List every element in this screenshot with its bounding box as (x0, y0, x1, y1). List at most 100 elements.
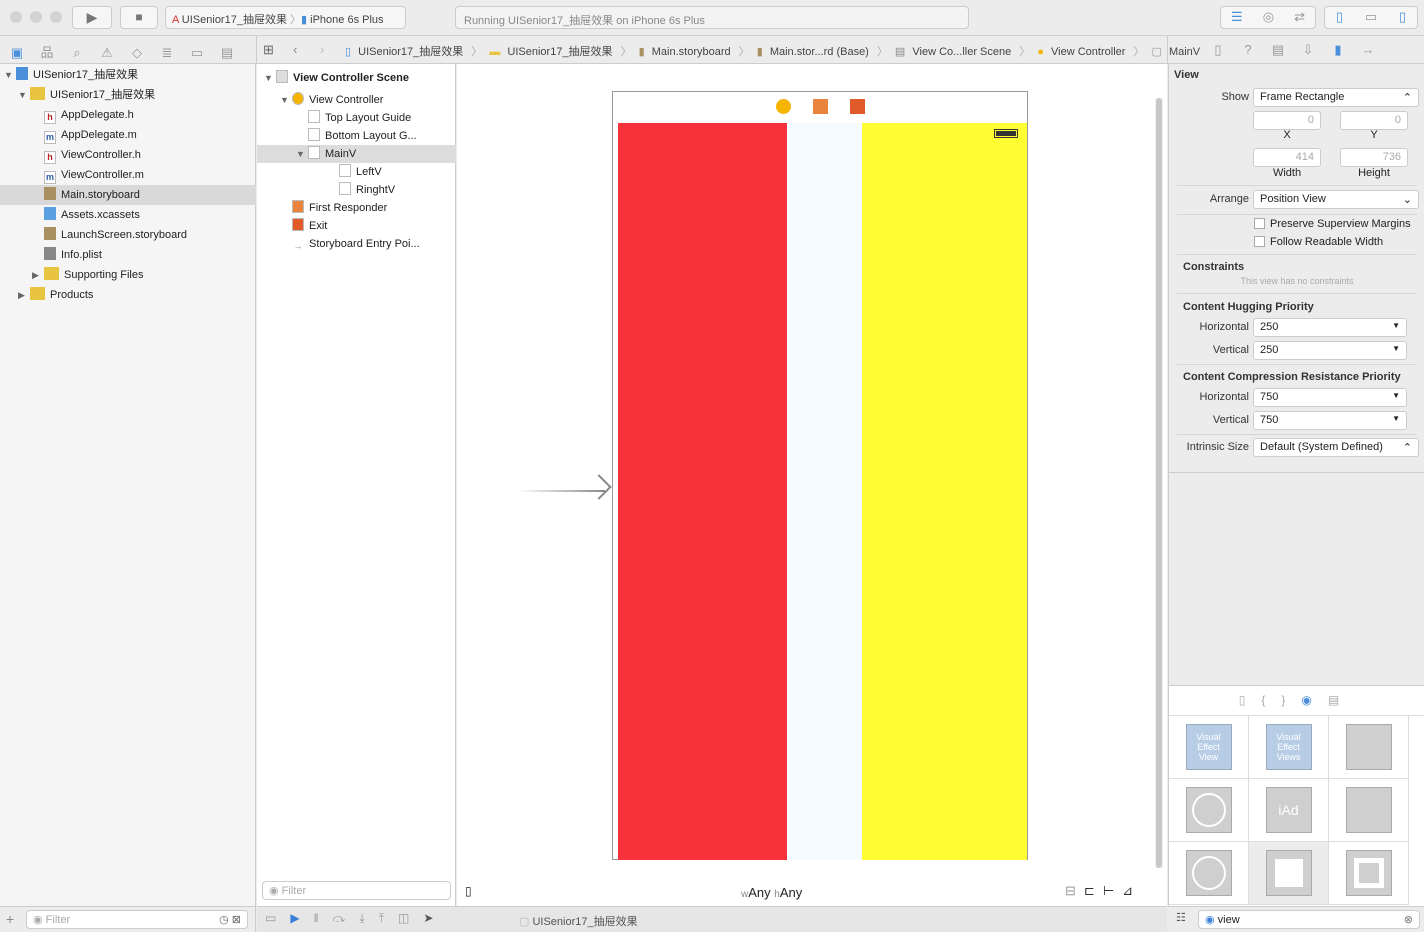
debug-target[interactable]: ▢ UISenior17_抽屉效果 (519, 913, 638, 929)
step-over-icon[interactable]: ⤼ (333, 911, 360, 925)
scheme-selector[interactable]: A UISenior17_抽屉效果 〉▮ iPhone 6s Plus (165, 6, 406, 29)
clear-search-icon[interactable]: ⊗ (1404, 913, 1413, 926)
hugging-vertical-field[interactable]: 250 ▼ (1253, 341, 1407, 360)
first-responder-icon[interactable] (812, 99, 828, 114)
navigator-toggle-icon[interactable]: ▯ (1336, 7, 1343, 28)
code-snippet-icon[interactable]: {} (1261, 693, 1301, 707)
navigator-filter-input[interactable]: ◉ Filter ◷ ⊠ (26, 910, 248, 929)
navigator-item[interactable]: ▼ UISenior17_抽屉效果 (0, 85, 256, 105)
library-item[interactable] (1329, 842, 1409, 905)
file-inspector-icon[interactable]: ▯ (1203, 42, 1233, 58)
assistant-editor-icon[interactable]: ◎ (1263, 7, 1274, 28)
utilities-toggle-icon[interactable]: ▯ (1399, 7, 1406, 28)
navigator-item[interactable]: Main.storyboard (0, 185, 256, 205)
breadcrumb-item[interactable]: ▮ Main.storyboard (639, 46, 735, 58)
hugging-horizontal-field[interactable]: 250 ▼ (1253, 318, 1407, 337)
view-debugger-icon[interactable]: ◫ (398, 911, 423, 925)
breakpoints-icon[interactable]: ▶ (290, 911, 313, 925)
outline-scene-header[interactable]: ▼ View Controller Scene (257, 69, 456, 87)
run-button[interactable]: ▶ (72, 6, 112, 29)
compression-horizontal-field[interactable]: 750 ▼ (1253, 388, 1407, 407)
library-item[interactable]: iAd (1249, 779, 1329, 842)
identity-inspector-icon[interactable]: ▤ (1263, 42, 1293, 58)
readable-width-checkbox[interactable]: Follow Readable Width (1254, 236, 1383, 248)
library-item[interactable] (1169, 842, 1249, 905)
add-icon[interactable]: + (6, 911, 14, 927)
library-item[interactable] (1249, 842, 1329, 905)
navigator-item[interactable]: h AppDelegate.h (0, 105, 256, 125)
navigator-item[interactable]: LaunchScreen.storyboard (0, 225, 256, 245)
height-field[interactable]: 736 (1340, 148, 1408, 167)
disclosure-triangle[interactable]: ▶ (18, 285, 30, 305)
library-search-input[interactable]: ◉ view ⊗ (1198, 910, 1420, 929)
forward-button[interactable]: › (320, 42, 324, 57)
exit-icon[interactable] (849, 99, 865, 114)
debug-navigator-icon[interactable]: ≣ (152, 45, 182, 61)
update-frames-icon[interactable]: ⊟ (1065, 883, 1084, 898)
navigator-item[interactable]: m ViewController.m (0, 165, 256, 185)
main-view[interactable] (618, 123, 1027, 860)
y-field[interactable]: 0 (1340, 111, 1408, 130)
symbol-navigator-icon[interactable]: 品 (32, 42, 62, 61)
hide-debug-icon[interactable]: ▭ (265, 911, 290, 925)
attributes-inspector-icon[interactable]: ⇩ (1293, 42, 1323, 58)
stop-button[interactable]: ■ (120, 6, 158, 29)
right-view[interactable] (862, 123, 1027, 860)
stack-icon[interactable]: ⊏ (1084, 883, 1103, 898)
list-view-icon[interactable]: ☷ (1176, 911, 1186, 924)
navigator-item[interactable]: m AppDelegate.m (0, 125, 256, 145)
outline-item[interactable]: LeftV (257, 163, 456, 181)
outline-item[interactable]: → Storyboard Entry Poi... (257, 235, 456, 253)
show-select[interactable]: Frame Rectangle ⌃ (1253, 88, 1419, 107)
navigator-item[interactable]: ▶ Products (0, 285, 256, 305)
outline-filter-input[interactable]: ◉ Filter (262, 881, 451, 900)
location-icon[interactable]: ➤ (423, 911, 447, 925)
breadcrumb-item[interactable]: ▢ MainV (1151, 46, 1204, 58)
standard-editor-icon[interactable]: ☰ (1231, 7, 1243, 28)
view-controller-scene[interactable] (612, 91, 1028, 860)
size-class-button[interactable]: wAny hAny (741, 885, 802, 900)
back-button[interactable]: ‹ (293, 42, 297, 57)
outline-item[interactable]: First Responder (257, 199, 456, 217)
project-navigator-icon[interactable]: ▣ (2, 45, 32, 61)
disclosure-triangle[interactable]: ▼ (4, 65, 16, 85)
disclosure-triangle[interactable]: ▼ (296, 145, 308, 163)
outline-item[interactable]: Bottom Layout G... (257, 127, 456, 145)
pin-icon[interactable]: ⊢ (1103, 883, 1122, 898)
recent-files-icon[interactable]: ◷ ⊠ (219, 913, 241, 926)
library-item[interactable] (1329, 716, 1409, 779)
help-inspector-icon[interactable]: ? (1233, 42, 1263, 57)
close-window-button[interactable] (10, 11, 22, 23)
navigator-item[interactable]: h ViewController.h (0, 145, 256, 165)
disclosure-triangle[interactable]: ▼ (280, 91, 292, 109)
breadcrumb-item[interactable]: ▬ UISenior17_抽屉效果 (489, 46, 616, 58)
test-navigator-icon[interactable]: ◇ (122, 45, 152, 61)
outline-item[interactable]: ▼ MainV (257, 145, 456, 163)
issue-navigator-icon[interactable]: ⚠ (92, 45, 122, 61)
outline-item[interactable]: Top Layout Guide (257, 109, 456, 127)
breadcrumb-item[interactable]: ● View Controller (1037, 46, 1129, 58)
left-view[interactable] (618, 123, 787, 860)
compression-vertical-field[interactable]: 750 ▼ (1253, 411, 1407, 430)
step-in-icon[interactable]: ⤓ (359, 911, 378, 925)
outline-item[interactable]: ▼ View Controller (257, 91, 456, 109)
resolve-icon[interactable]: ⊿ (1122, 883, 1141, 898)
navigator-item[interactable]: ▶ Supporting Files (0, 265, 256, 285)
outline-item[interactable]: Exit (257, 217, 456, 235)
arrange-select[interactable]: Position View ⌄ (1253, 190, 1419, 209)
outline-toggle-icon[interactable]: ▯ (465, 884, 472, 898)
breadcrumb-item[interactable]: ▤ View Co...ller Scene (895, 46, 1015, 58)
step-out-icon[interactable]: ⤒ (379, 911, 398, 925)
navigator-item[interactable]: ▼ UISenior17_抽屉效果 (0, 65, 256, 85)
disclosure-triangle[interactable]: ▶ (32, 265, 44, 285)
library-item[interactable]: Visual Effect View (1169, 716, 1249, 779)
breadcrumb-item[interactable]: ▮ Main.stor...rd (Base) (757, 46, 873, 58)
file-template-icon[interactable]: ▯ (1239, 693, 1262, 707)
navigator-item[interactable]: Assets.xcassets (0, 205, 256, 225)
related-items-icon[interactable]: ⊞ (263, 42, 274, 58)
view-controller-icon[interactable] (775, 99, 791, 114)
preserve-margins-checkbox[interactable]: Preserve Superview Margins (1254, 218, 1411, 230)
library-item[interactable]: Visual Effect Views (1249, 716, 1329, 779)
size-inspector-icon[interactable]: ▮ (1323, 42, 1353, 58)
find-navigator-icon[interactable]: ⌕ (62, 45, 92, 61)
